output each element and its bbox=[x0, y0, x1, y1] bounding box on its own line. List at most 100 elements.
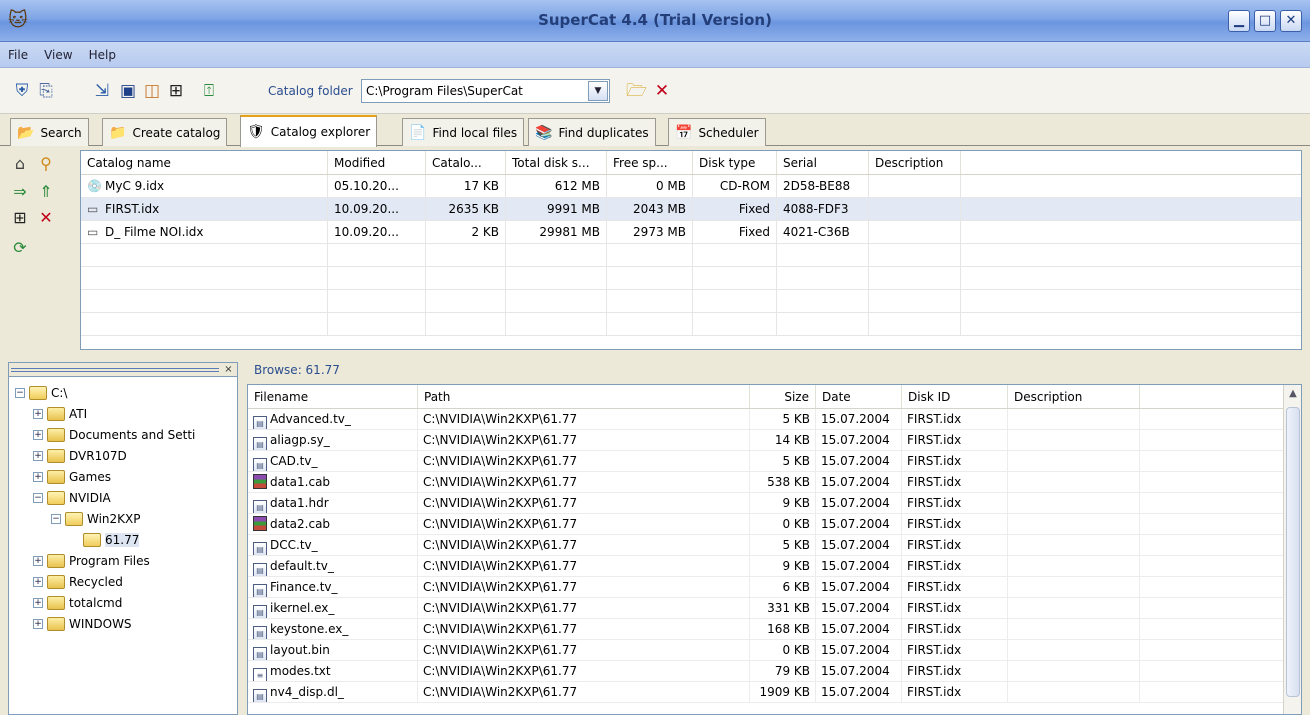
tab-find-local-files[interactable]: 📄 Find local files bbox=[402, 118, 525, 146]
tree-icon[interactable]: ⊞ bbox=[166, 81, 186, 101]
column-serial[interactable]: Serial bbox=[777, 151, 869, 174]
properties-icon[interactable]: ◫ bbox=[142, 81, 162, 101]
disk-type-cell: CD-ROM bbox=[693, 175, 777, 197]
tree-node[interactable]: + Games bbox=[33, 467, 111, 487]
new-catalog-icon[interactable]: ⛨ bbox=[12, 81, 32, 101]
tree-node[interactable]: + Documents and Setti bbox=[33, 425, 195, 445]
tab-search[interactable]: 📂 Search bbox=[10, 118, 89, 146]
column-free-space[interactable]: Free sp... bbox=[607, 151, 693, 174]
file-row[interactable]: data2.cab C:\NVIDIA\Win2KXP\61.77 0 KB 15.0… bbox=[248, 514, 1301, 535]
open-folder-icon[interactable]: 🗁 bbox=[626, 81, 647, 101]
export-icon[interactable]: ⍐ bbox=[199, 81, 219, 101]
horizontal-splitter[interactable] bbox=[0, 352, 1310, 360]
collapse-icon[interactable]: − bbox=[15, 388, 25, 398]
empty-cell bbox=[777, 244, 869, 266]
column-filename[interactable]: Filename bbox=[248, 385, 418, 408]
catalog-folder-select[interactable]: C:\Program Files\SuperCat ▼ bbox=[361, 79, 610, 103]
tab-scheduler[interactable]: 📅 Scheduler bbox=[668, 118, 766, 146]
catalog-row[interactable]: ▭ FIRST.idx 10.09.20... 2635 KB 9991 MB 2043 … bbox=[81, 198, 1301, 221]
maximize-button[interactable]: □ bbox=[1254, 10, 1276, 32]
catalog-properties-icon[interactable]: ⌂ bbox=[10, 154, 30, 174]
tree-node[interactable]: + WINDOWS bbox=[33, 614, 132, 634]
column-catalog-name[interactable]: Catalog name bbox=[81, 151, 328, 174]
delete-catalog-icon[interactable]: ✕ bbox=[36, 208, 56, 228]
file-row[interactable]: ≡ modes.txt C:\NVIDIA\Win2KXP\61.77 79 KB 15… bbox=[248, 661, 1301, 682]
expand-icon[interactable]: + bbox=[33, 598, 43, 608]
refresh-icon[interactable]: ⟳ bbox=[10, 238, 30, 258]
tree-structure-icon[interactable]: ⊞ bbox=[10, 208, 30, 228]
column-catalog-size[interactable]: Catalo... bbox=[426, 151, 506, 174]
delete-icon[interactable]: ✕ bbox=[652, 81, 672, 101]
collapse-icon[interactable]: − bbox=[51, 514, 61, 524]
scan-icon[interactable]: ▣ bbox=[118, 81, 138, 101]
move-up-icon[interactable]: ⇑ bbox=[36, 182, 56, 202]
column-total-disk-size[interactable]: Total disk s... bbox=[506, 151, 607, 174]
expand-icon[interactable]: + bbox=[33, 472, 43, 482]
path-cell-text: C:\NVIDIA\Win2KXP\61.77 bbox=[423, 475, 578, 489]
expand-icon[interactable]: + bbox=[33, 556, 43, 566]
column-path[interactable]: Path bbox=[418, 385, 750, 408]
file-row[interactable]: ▤ aliagp.sy_ C:\NVIDIA\Win2KXP\61.77 14 KB 1… bbox=[248, 430, 1301, 451]
tree-node[interactable]: 61.77 bbox=[69, 530, 140, 550]
tree-node[interactable]: − NVIDIA bbox=[33, 488, 111, 508]
file-row[interactable]: ▤ data1.hdr C:\NVIDIA\Win2KXP\61.77 9 KB 15.… bbox=[248, 493, 1301, 514]
tab-find-duplicates[interactable]: 📚 Find duplicates bbox=[528, 118, 656, 146]
column-size[interactable]: Size bbox=[750, 385, 816, 408]
menu-file[interactable]: File bbox=[8, 48, 28, 62]
menu-view[interactable]: View bbox=[44, 48, 72, 62]
catalog-row[interactable]: ▭ D_ Filme NOI.idx 10.09.20... 2 KB 29981 MB… bbox=[81, 221, 1301, 244]
expand-icon[interactable]: + bbox=[33, 619, 43, 629]
scroll-thumb[interactable] bbox=[1286, 407, 1300, 697]
expand-icon[interactable]: + bbox=[33, 577, 43, 587]
menu-help[interactable]: Help bbox=[89, 48, 116, 62]
column-date[interactable]: Date bbox=[816, 385, 902, 408]
vertical-scrollbar[interactable]: ▲ bbox=[1283, 385, 1301, 714]
file-row[interactable]: ▤ Advanced.tv_ C:\NVIDIA\Win2KXP\61.77 5 KB… bbox=[248, 409, 1301, 430]
column-modified[interactable]: Modified bbox=[328, 151, 426, 174]
tree-node[interactable]: + ATI bbox=[33, 404, 87, 424]
close-button[interactable]: ✕ bbox=[1280, 10, 1302, 32]
file-row[interactable]: ▤ Finance.tv_ C:\NVIDIA\Win2KXP\61.77 6 KB 1… bbox=[248, 577, 1301, 598]
file-row[interactable]: ▤ keystone.ex_ C:\NVIDIA\Win2KXP\61.77 168 … bbox=[248, 619, 1301, 640]
serial-cell-text: 2D58-BE88 bbox=[783, 179, 851, 193]
file-icon: ▤ bbox=[253, 584, 267, 597]
empty-cell bbox=[607, 313, 693, 335]
chevron-down-icon[interactable]: ▼ bbox=[588, 81, 608, 101]
expand-icon[interactable]: + bbox=[33, 430, 43, 440]
description-cell bbox=[1008, 661, 1140, 681]
file-row[interactable]: data1.cab C:\NVIDIA\Win2KXP\61.77 538 KB 15… bbox=[248, 472, 1301, 493]
minimize-button[interactable]: ▁ bbox=[1228, 10, 1250, 32]
empty-cell bbox=[777, 290, 869, 312]
column-disk-type[interactable]: Disk type bbox=[693, 151, 777, 174]
column-description[interactable]: Description bbox=[1008, 385, 1140, 408]
update-icon[interactable]: ⇒ bbox=[10, 182, 30, 202]
find-catalog-icon[interactable]: ⚲ bbox=[36, 154, 56, 174]
catalog-row[interactable]: 💿 MyC 9.idx 05.10.20... 17 KB 612 MB 0 MB CD-R… bbox=[81, 175, 1301, 198]
tree-node[interactable]: + Recycled bbox=[33, 572, 123, 592]
tab-create-catalog[interactable]: 📁 Create catalog bbox=[102, 118, 228, 146]
import-icon[interactable]: ⇲ bbox=[92, 81, 112, 101]
file-row[interactable]: ▤ ikernel.ex_ C:\NVIDIA\Win2KXP\61.77 331 K… bbox=[248, 598, 1301, 619]
date-cell: 15.07.2004 bbox=[816, 409, 902, 429]
column-description[interactable]: Description bbox=[869, 151, 961, 174]
collapse-icon[interactable]: − bbox=[33, 493, 43, 503]
file-row[interactable]: ▤ nv4_disp.dl_ C:\NVIDIA\Win2KXP\61.77 1909… bbox=[248, 682, 1301, 703]
tree-node[interactable]: + totalcmd bbox=[33, 593, 122, 613]
file-row[interactable]: ▤ default.tv_ C:\NVIDIA\Win2KXP\61.77 9 KB 1… bbox=[248, 556, 1301, 577]
column-disk-id[interactable]: Disk ID bbox=[902, 385, 1008, 408]
tree-node[interactable]: + DVR107D bbox=[33, 446, 127, 466]
expand-icon[interactable]: + bbox=[33, 451, 43, 461]
tab-catalog-explorer[interactable]: 🛡 Catalog explorer bbox=[240, 115, 378, 147]
file-row[interactable]: ▤ CAD.tv_ C:\NVIDIA\Win2KXP\61.77 5 KB 15.07… bbox=[248, 451, 1301, 472]
copy-icon[interactable]: ⎘ bbox=[36, 81, 56, 101]
close-icon[interactable]: × bbox=[222, 363, 235, 376]
tree-node[interactable]: − Win2KXP bbox=[51, 509, 141, 529]
file-row[interactable]: ▤ DCC.tv_ C:\NVIDIA\Win2KXP\61.77 5 KB 15.07… bbox=[248, 535, 1301, 556]
tree-node[interactable]: − C:\ bbox=[15, 383, 67, 403]
tree-node[interactable]: + Program Files bbox=[33, 551, 150, 571]
filename-cell-text: data1.hdr bbox=[270, 496, 329, 510]
tree-header-grip[interactable] bbox=[11, 368, 219, 372]
file-row[interactable]: ▤ layout.bin C:\NVIDIA\Win2KXP\61.77 0 KB 15… bbox=[248, 640, 1301, 661]
scroll-up-icon[interactable]: ▲ bbox=[1286, 387, 1300, 401]
expand-icon[interactable]: + bbox=[33, 409, 43, 419]
